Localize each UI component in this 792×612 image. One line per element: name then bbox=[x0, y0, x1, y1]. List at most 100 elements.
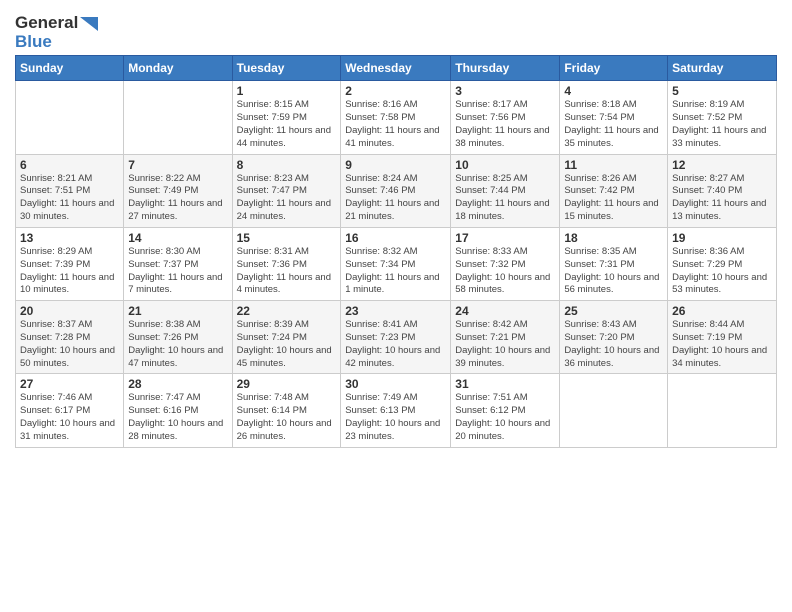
day-info: Sunrise: 8:19 AM Sunset: 7:52 PM Dayligh… bbox=[672, 99, 772, 150]
calendar-cell: 25Sunrise: 8:43 AM Sunset: 7:20 PM Dayli… bbox=[560, 301, 668, 374]
day-info: Sunrise: 7:46 AM Sunset: 6:17 PM Dayligh… bbox=[20, 392, 119, 443]
calendar-cell: 11Sunrise: 8:26 AM Sunset: 7:42 PM Dayli… bbox=[560, 154, 668, 227]
calendar-cell: 21Sunrise: 8:38 AM Sunset: 7:26 PM Dayli… bbox=[124, 301, 232, 374]
calendar-cell: 16Sunrise: 8:32 AM Sunset: 7:34 PM Dayli… bbox=[341, 227, 451, 300]
header: General Blue bbox=[15, 10, 777, 51]
calendar-table: SundayMondayTuesdayWednesdayThursdayFrid… bbox=[15, 55, 777, 447]
day-info: Sunrise: 8:32 AM Sunset: 7:34 PM Dayligh… bbox=[345, 246, 446, 297]
day-info: Sunrise: 8:42 AM Sunset: 7:21 PM Dayligh… bbox=[455, 319, 555, 370]
day-number: 8 bbox=[237, 158, 337, 172]
calendar-cell bbox=[560, 374, 668, 447]
day-number: 12 bbox=[672, 158, 772, 172]
calendar-cell: 14Sunrise: 8:30 AM Sunset: 7:37 PM Dayli… bbox=[124, 227, 232, 300]
calendar-cell: 7Sunrise: 8:22 AM Sunset: 7:49 PM Daylig… bbox=[124, 154, 232, 227]
day-number: 27 bbox=[20, 377, 119, 391]
calendar-cell: 12Sunrise: 8:27 AM Sunset: 7:40 PM Dayli… bbox=[668, 154, 777, 227]
day-number: 18 bbox=[564, 231, 663, 245]
day-info: Sunrise: 8:43 AM Sunset: 7:20 PM Dayligh… bbox=[564, 319, 663, 370]
calendar-day-header: Sunday bbox=[16, 56, 124, 81]
day-info: Sunrise: 8:22 AM Sunset: 7:49 PM Dayligh… bbox=[128, 173, 227, 224]
day-number: 5 bbox=[672, 84, 772, 98]
calendar-day-header: Tuesday bbox=[232, 56, 341, 81]
calendar-cell bbox=[16, 81, 124, 154]
day-info: Sunrise: 8:29 AM Sunset: 7:39 PM Dayligh… bbox=[20, 246, 119, 297]
day-info: Sunrise: 8:21 AM Sunset: 7:51 PM Dayligh… bbox=[20, 173, 119, 224]
calendar-cell: 13Sunrise: 8:29 AM Sunset: 7:39 PM Dayli… bbox=[16, 227, 124, 300]
calendar-cell: 8Sunrise: 8:23 AM Sunset: 7:47 PM Daylig… bbox=[232, 154, 341, 227]
day-number: 14 bbox=[128, 231, 227, 245]
day-number: 4 bbox=[564, 84, 663, 98]
day-number: 2 bbox=[345, 84, 446, 98]
day-number: 1 bbox=[237, 84, 337, 98]
day-number: 22 bbox=[237, 304, 337, 318]
day-info: Sunrise: 8:15 AM Sunset: 7:59 PM Dayligh… bbox=[237, 99, 337, 150]
calendar-cell: 24Sunrise: 8:42 AM Sunset: 7:21 PM Dayli… bbox=[451, 301, 560, 374]
calendar-cell: 31Sunrise: 7:51 AM Sunset: 6:12 PM Dayli… bbox=[451, 374, 560, 447]
day-number: 17 bbox=[455, 231, 555, 245]
calendar-week-row: 6Sunrise: 8:21 AM Sunset: 7:51 PM Daylig… bbox=[16, 154, 777, 227]
day-number: 30 bbox=[345, 377, 446, 391]
day-number: 9 bbox=[345, 158, 446, 172]
day-info: Sunrise: 8:23 AM Sunset: 7:47 PM Dayligh… bbox=[237, 173, 337, 224]
day-info: Sunrise: 8:41 AM Sunset: 7:23 PM Dayligh… bbox=[345, 319, 446, 370]
logo-general: General bbox=[15, 13, 78, 32]
logo: General Blue bbox=[15, 14, 98, 51]
day-number: 28 bbox=[128, 377, 227, 391]
calendar-cell: 3Sunrise: 8:17 AM Sunset: 7:56 PM Daylig… bbox=[451, 81, 560, 154]
calendar-cell: 15Sunrise: 8:31 AM Sunset: 7:36 PM Dayli… bbox=[232, 227, 341, 300]
calendar-cell: 26Sunrise: 8:44 AM Sunset: 7:19 PM Dayli… bbox=[668, 301, 777, 374]
day-info: Sunrise: 8:16 AM Sunset: 7:58 PM Dayligh… bbox=[345, 99, 446, 150]
day-number: 26 bbox=[672, 304, 772, 318]
calendar-day-header: Friday bbox=[560, 56, 668, 81]
day-info: Sunrise: 8:44 AM Sunset: 7:19 PM Dayligh… bbox=[672, 319, 772, 370]
calendar-day-header: Monday bbox=[124, 56, 232, 81]
day-info: Sunrise: 8:30 AM Sunset: 7:37 PM Dayligh… bbox=[128, 246, 227, 297]
calendar-day-header: Thursday bbox=[451, 56, 560, 81]
calendar-cell: 5Sunrise: 8:19 AM Sunset: 7:52 PM Daylig… bbox=[668, 81, 777, 154]
day-info: Sunrise: 8:18 AM Sunset: 7:54 PM Dayligh… bbox=[564, 99, 663, 150]
calendar-cell: 6Sunrise: 8:21 AM Sunset: 7:51 PM Daylig… bbox=[16, 154, 124, 227]
calendar-cell: 22Sunrise: 8:39 AM Sunset: 7:24 PM Dayli… bbox=[232, 301, 341, 374]
calendar-week-row: 20Sunrise: 8:37 AM Sunset: 7:28 PM Dayli… bbox=[16, 301, 777, 374]
calendar-cell bbox=[124, 81, 232, 154]
calendar-cell: 9Sunrise: 8:24 AM Sunset: 7:46 PM Daylig… bbox=[341, 154, 451, 227]
calendar-cell: 28Sunrise: 7:47 AM Sunset: 6:16 PM Dayli… bbox=[124, 374, 232, 447]
day-info: Sunrise: 8:39 AM Sunset: 7:24 PM Dayligh… bbox=[237, 319, 337, 370]
day-number: 16 bbox=[345, 231, 446, 245]
calendar-cell: 19Sunrise: 8:36 AM Sunset: 7:29 PM Dayli… bbox=[668, 227, 777, 300]
calendar-cell: 29Sunrise: 7:48 AM Sunset: 6:14 PM Dayli… bbox=[232, 374, 341, 447]
calendar-cell: 18Sunrise: 8:35 AM Sunset: 7:31 PM Dayli… bbox=[560, 227, 668, 300]
day-number: 7 bbox=[128, 158, 227, 172]
day-info: Sunrise: 8:35 AM Sunset: 7:31 PM Dayligh… bbox=[564, 246, 663, 297]
day-number: 15 bbox=[237, 231, 337, 245]
day-number: 20 bbox=[20, 304, 119, 318]
calendar-cell: 10Sunrise: 8:25 AM Sunset: 7:44 PM Dayli… bbox=[451, 154, 560, 227]
day-number: 21 bbox=[128, 304, 227, 318]
calendar-cell: 20Sunrise: 8:37 AM Sunset: 7:28 PM Dayli… bbox=[16, 301, 124, 374]
day-number: 31 bbox=[455, 377, 555, 391]
logo-triangle-icon bbox=[80, 17, 98, 31]
day-number: 6 bbox=[20, 158, 119, 172]
day-info: Sunrise: 7:47 AM Sunset: 6:16 PM Dayligh… bbox=[128, 392, 227, 443]
day-number: 10 bbox=[455, 158, 555, 172]
calendar-cell: 2Sunrise: 8:16 AM Sunset: 7:58 PM Daylig… bbox=[341, 81, 451, 154]
day-info: Sunrise: 8:37 AM Sunset: 7:28 PM Dayligh… bbox=[20, 319, 119, 370]
calendar-week-row: 13Sunrise: 8:29 AM Sunset: 7:39 PM Dayli… bbox=[16, 227, 777, 300]
calendar-day-header: Wednesday bbox=[341, 56, 451, 81]
calendar-cell: 30Sunrise: 7:49 AM Sunset: 6:13 PM Dayli… bbox=[341, 374, 451, 447]
day-info: Sunrise: 8:33 AM Sunset: 7:32 PM Dayligh… bbox=[455, 246, 555, 297]
logo-wordmark: General Blue bbox=[15, 14, 98, 51]
day-info: Sunrise: 7:51 AM Sunset: 6:12 PM Dayligh… bbox=[455, 392, 555, 443]
calendar-cell bbox=[668, 374, 777, 447]
calendar-header-row: SundayMondayTuesdayWednesdayThursdayFrid… bbox=[16, 56, 777, 81]
calendar-week-row: 1Sunrise: 8:15 AM Sunset: 7:59 PM Daylig… bbox=[16, 81, 777, 154]
day-number: 13 bbox=[20, 231, 119, 245]
day-number: 19 bbox=[672, 231, 772, 245]
day-info: Sunrise: 7:48 AM Sunset: 6:14 PM Dayligh… bbox=[237, 392, 337, 443]
day-info: Sunrise: 8:38 AM Sunset: 7:26 PM Dayligh… bbox=[128, 319, 227, 370]
calendar-week-row: 27Sunrise: 7:46 AM Sunset: 6:17 PM Dayli… bbox=[16, 374, 777, 447]
day-info: Sunrise: 8:27 AM Sunset: 7:40 PM Dayligh… bbox=[672, 173, 772, 224]
calendar-cell: 27Sunrise: 7:46 AM Sunset: 6:17 PM Dayli… bbox=[16, 374, 124, 447]
day-number: 3 bbox=[455, 84, 555, 98]
calendar-cell: 17Sunrise: 8:33 AM Sunset: 7:32 PM Dayli… bbox=[451, 227, 560, 300]
